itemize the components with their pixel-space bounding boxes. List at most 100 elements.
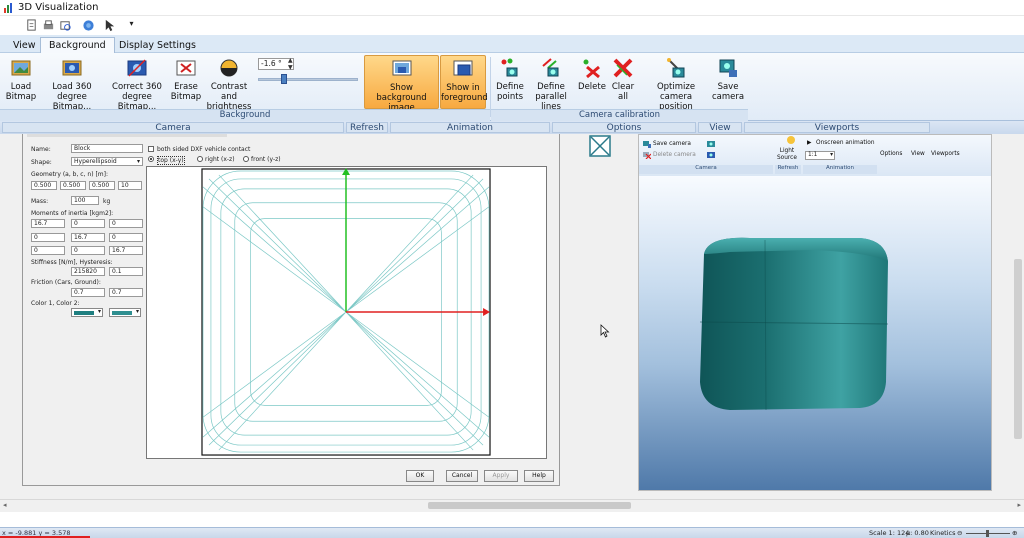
contrast-icon	[220, 59, 238, 77]
view-front-radio[interactable]	[243, 156, 249, 162]
inertia-21[interactable]: 0	[31, 233, 65, 242]
inner-viewports-button[interactable]: Viewports	[931, 151, 960, 157]
geometry-b-input[interactable]: 0.500	[60, 181, 86, 190]
spinner-arrows-icon[interactable]: ▲ ▼	[288, 57, 293, 71]
ribbon-tabs: View Background Display Settings	[0, 35, 1024, 54]
inner-group-refresh: Refresh	[775, 165, 801, 174]
bar-viewports[interactable]: Viewports	[744, 122, 930, 133]
print-preview-icon[interactable]	[58, 18, 73, 32]
friction-readout: µ: 0.80	[906, 529, 929, 537]
scroll-right-icon[interactable]: ▸	[1017, 501, 1021, 509]
inertia-12[interactable]: 0	[71, 219, 105, 228]
define-points-icon	[501, 58, 518, 77]
correct-360-bitmap-button[interactable]: Correct 360 degree Bitmap...	[104, 55, 170, 112]
ribbon: Load Bitmap Load 360 degree Bitmap... Co…	[0, 53, 1024, 121]
print-icon[interactable]	[41, 18, 56, 32]
mass-label: Mass:	[31, 198, 49, 205]
bar-camera[interactable]: Camera	[2, 122, 344, 133]
mass-input[interactable]: 100	[71, 196, 99, 205]
ok-button[interactable]: OK	[406, 470, 434, 482]
hysteresis-input[interactable]: 0.1	[109, 267, 143, 276]
geometry-n-input[interactable]: 10	[118, 181, 142, 190]
dxf-contact-checkbox[interactable]	[148, 146, 154, 152]
tab-display-settings[interactable]: Display Settings	[110, 37, 205, 53]
delete-button[interactable]: Delete	[576, 55, 608, 109]
app-icon	[4, 3, 12, 13]
onscreen-animation-label[interactable]: Onscreen animation	[816, 140, 875, 146]
light-source-button[interactable]: Light Source	[777, 148, 797, 162]
tab-view[interactable]: View	[4, 37, 45, 53]
clear-all-button[interactable]: Clear all	[609, 55, 637, 109]
define-points-button[interactable]: Define points	[493, 55, 527, 109]
contrast-brightness-button[interactable]: Contrast and brightness	[203, 55, 255, 112]
quick-access-toolbar: ▾	[0, 16, 1024, 35]
bar-view[interactable]: View	[698, 122, 742, 133]
scroll-left-icon[interactable]: ◂	[3, 501, 7, 509]
globe-icon[interactable]	[81, 18, 96, 32]
zoom-in-icon[interactable]: ⊕	[1012, 529, 1017, 537]
horizontal-scroll-thumb[interactable]	[428, 502, 631, 509]
angle-slider-track[interactable]	[258, 78, 358, 81]
inner-view-button[interactable]: View	[911, 151, 925, 157]
wireframe-canvas[interactable]	[146, 166, 547, 459]
delete-camera-icon	[643, 152, 651, 159]
cancel-button[interactable]: Cancel	[446, 470, 478, 482]
friction-ground-input[interactable]: 0.7	[109, 288, 143, 297]
inner-delete-camera-label[interactable]: Delete camera	[653, 152, 696, 158]
erase-bitmap-button[interactable]: Erase Bitmap	[170, 55, 202, 109]
bar-options[interactable]: Options	[552, 122, 696, 133]
shape-select[interactable]: Hyperellipsoid ▾	[71, 157, 143, 166]
load-bitmap-button[interactable]: Load Bitmap	[3, 55, 39, 109]
stiffness-input[interactable]: 215820	[71, 267, 105, 276]
save-camera-button[interactable]: Save camera	[712, 55, 744, 109]
vertical-scrollbar[interactable]	[1012, 134, 1024, 499]
inertia-31[interactable]: 0	[31, 246, 65, 255]
inner-ribbon: Save camera Delete camera Light Source ▶…	[639, 135, 991, 176]
customize-qat-icon[interactable]: ▾	[124, 18, 139, 32]
show-background-image-button[interactable]: Show background image	[364, 55, 439, 113]
inertia-22[interactable]: 16.7	[71, 233, 105, 242]
close-box-icon[interactable]	[588, 134, 612, 158]
shape-label: Shape:	[31, 159, 52, 166]
bar-refresh[interactable]: Refresh	[346, 122, 388, 133]
inertia-11[interactable]: 16.7	[31, 219, 65, 228]
vertical-scroll-thumb[interactable]	[1014, 259, 1022, 439]
inner-save-camera-label[interactable]: Save camera	[653, 141, 691, 147]
help-button[interactable]: Help	[524, 470, 554, 482]
optimize-camera-position-button[interactable]: Optimize camera position	[640, 55, 712, 112]
ratio-select[interactable]: 1:1 ▾	[805, 151, 835, 160]
load-360-bitmap-icon	[62, 60, 82, 76]
status-bar: x = -9.881 y = 3.578 Scale 1: 124 µ: 0.8…	[0, 527, 1024, 538]
pointer-icon[interactable]	[102, 18, 117, 32]
friction-cars-input[interactable]: 0.7	[71, 288, 105, 297]
view-top-radio[interactable]	[148, 156, 154, 162]
view-right-radio[interactable]	[197, 156, 203, 162]
new-document-icon[interactable]	[24, 18, 39, 32]
inner-group-camera: Camera	[639, 165, 773, 174]
inertia-33[interactable]: 16.7	[109, 246, 143, 255]
bar-animation[interactable]: Animation	[390, 122, 550, 133]
inertia-32[interactable]: 0	[71, 246, 105, 255]
inertia-23[interactable]: 0	[109, 233, 143, 242]
tab-background[interactable]: Background	[40, 37, 115, 54]
name-input[interactable]: Block	[71, 144, 143, 153]
geometry-c-input[interactable]: 0.500	[89, 181, 115, 190]
geometry-a-input[interactable]: 0.500	[31, 181, 57, 190]
view-right-label: right (x-z)	[205, 156, 235, 163]
apply-button[interactable]: Apply	[484, 470, 518, 482]
color2-picker[interactable]: ▾	[109, 308, 141, 317]
color1-picker[interactable]: ▾	[71, 308, 103, 317]
mass-unit: kg	[103, 198, 111, 205]
show-in-foreground-button[interactable]: Show in foreground	[440, 55, 488, 109]
save-camera-icon	[719, 59, 737, 77]
zoom-out-icon[interactable]: ⊖	[957, 529, 962, 537]
angle-slider-thumb[interactable]	[281, 74, 287, 84]
play-icon[interactable]: ▶	[807, 140, 811, 146]
inertia-label: Moments of inertia [kgm2]:	[31, 210, 114, 217]
zoom-slider-thumb[interactable]	[986, 530, 989, 537]
inertia-13[interactable]: 0	[109, 219, 143, 228]
load-360-bitmap-button[interactable]: Load 360 degree Bitmap...	[40, 55, 104, 112]
define-parallel-lines-button[interactable]: Define parallel lines	[527, 55, 575, 112]
inner-options-button[interactable]: Options	[880, 151, 902, 157]
group-background-label: Background	[0, 109, 490, 121]
